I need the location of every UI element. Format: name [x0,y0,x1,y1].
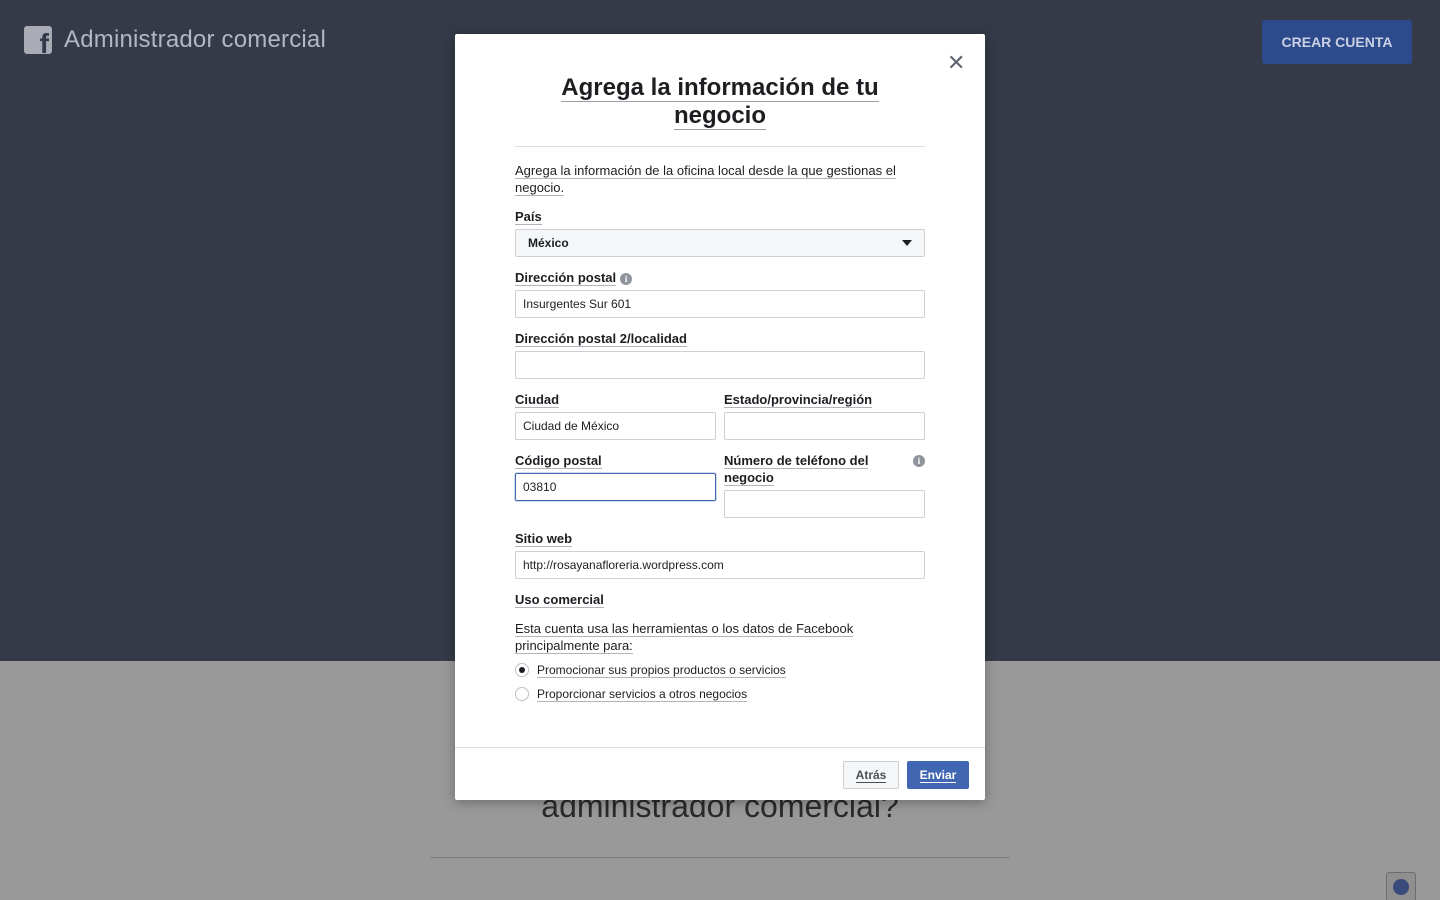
phone-input[interactable] [724,490,925,518]
phone-label: Número de teléfono del negocio [724,453,869,486]
address2-label: Dirección postal 2/localidad [515,331,687,347]
create-account-button[interactable]: CREAR CUENTA [1262,20,1412,64]
country-select[interactable]: México [515,229,925,257]
divider [515,146,925,147]
app-title: Administrador comercial [64,26,327,53]
usage-option-other-businesses[interactable]: Proporcionar servicios a otros negocios [515,685,925,703]
info-icon[interactable]: i [913,455,925,467]
state-input[interactable] [724,412,925,440]
dialog-footer: Atrás Enviar [455,747,985,800]
language-button[interactable] [1386,872,1416,900]
send-button[interactable]: Enviar [907,761,969,789]
postal-code-label: Código postal [515,453,602,469]
state-label: Estado/provincia/región [724,392,873,408]
website-label: Sitio web [515,531,573,547]
address-label: Dirección postal i [515,269,925,286]
radio-label: Promocionar sus propios productos o serv… [537,662,786,678]
country-value: México [528,236,569,250]
address-input[interactable]: Insurgentes Sur 601 [515,290,925,318]
divider [430,857,1010,858]
usage-option-own-products[interactable]: Promocionar sus propios productos o serv… [515,661,925,679]
info-icon[interactable]: i [620,272,633,285]
brand: f Administrador comercial [24,26,326,54]
radio-button[interactable] [515,687,529,701]
facebook-logo-icon: f [24,26,52,54]
chevron-down-icon [902,240,912,246]
radio-button[interactable] [515,663,529,677]
dialog-title: Agrega la información de tu negocio [561,74,879,130]
city-input[interactable]: Ciudad de México [515,412,716,440]
usage-label: Uso comercial [515,592,604,608]
country-label: País [515,209,542,225]
address2-input[interactable] [515,351,925,379]
postal-code-input[interactable]: 03810 [515,473,716,501]
usage-question: Esta cuenta usa las herramientas o los d… [515,621,854,654]
business-info-dialog: ✕ Agrega la información de tu negocio Ag… [455,34,985,800]
radio-label: Proporcionar servicios a otros negocios [537,686,748,702]
intro-text: Agrega la información de la oficina loca… [515,163,896,196]
city-label: Ciudad [515,392,560,408]
close-icon[interactable]: ✕ [947,52,965,74]
website-input[interactable]: http://rosayanafloreria.wordpress.com [515,551,925,579]
back-button[interactable]: Atrás [843,761,899,789]
globe-icon [1393,879,1409,895]
